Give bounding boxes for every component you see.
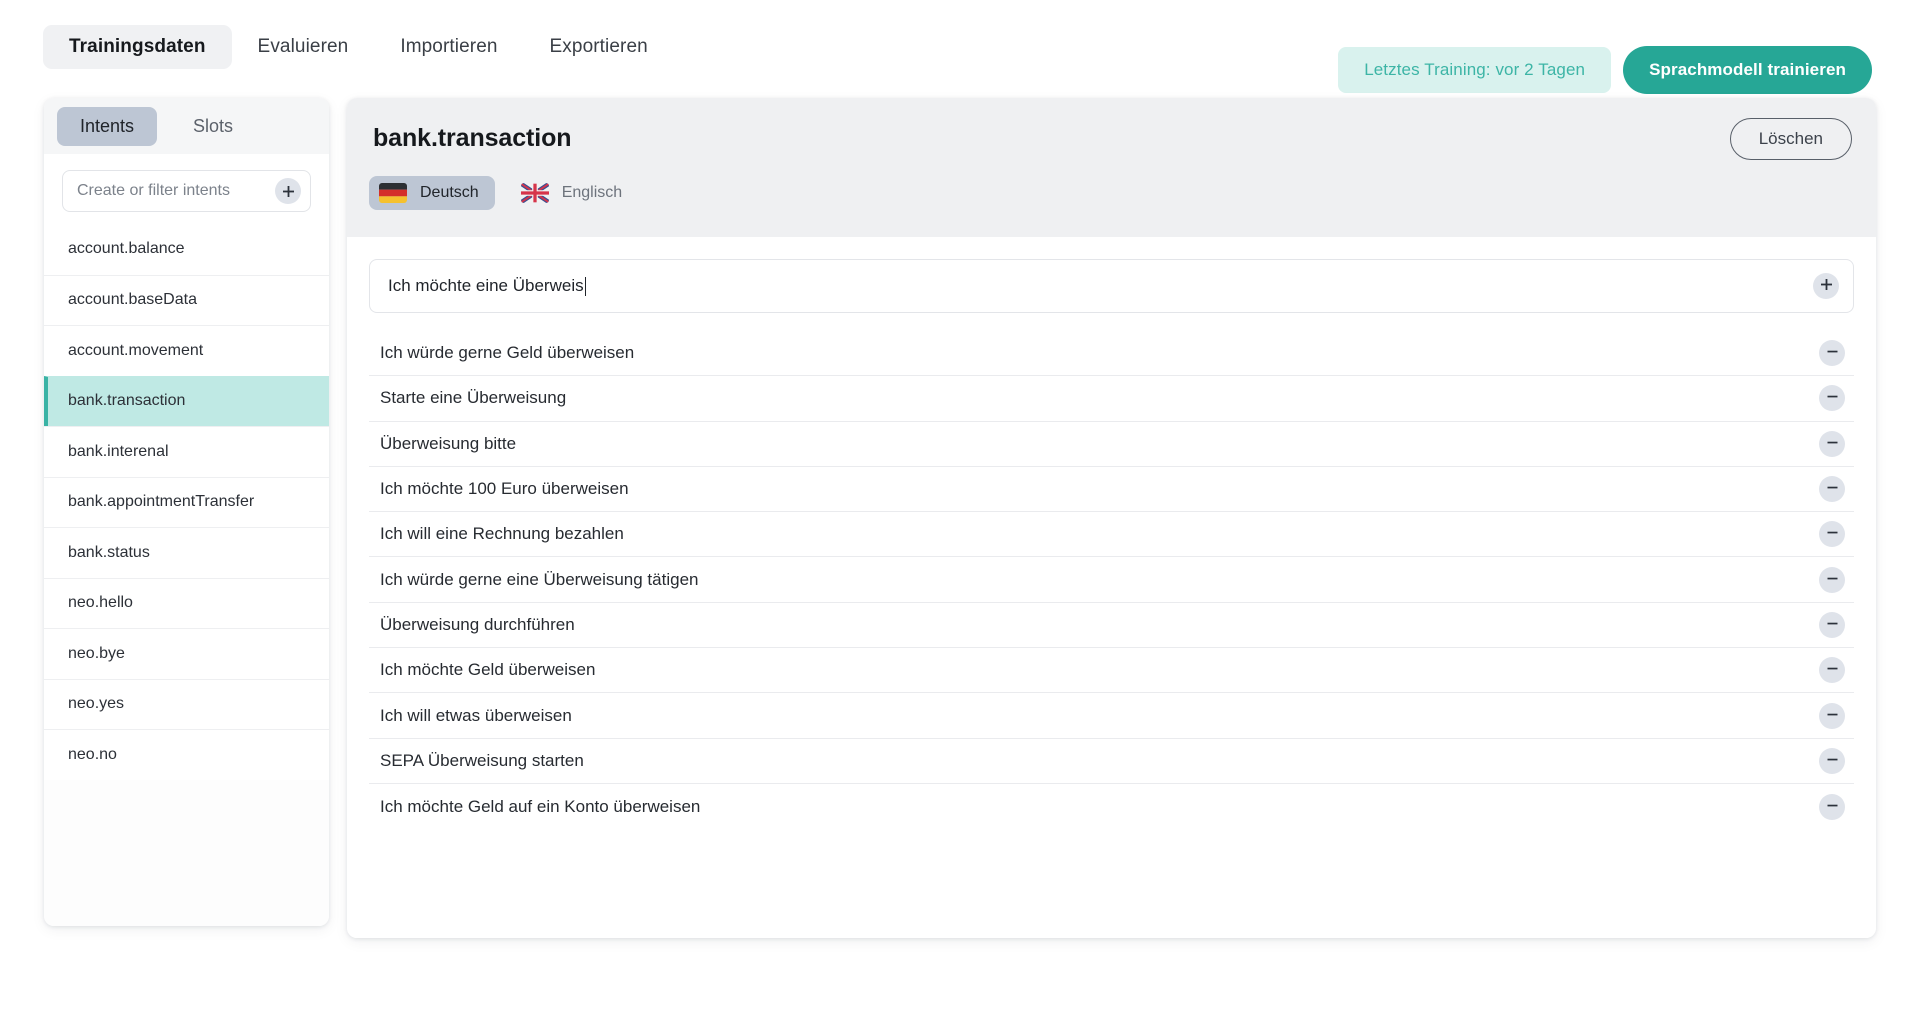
minus-icon	[1826, 390, 1839, 406]
minus-icon	[1826, 481, 1839, 497]
remove-utterance-button[interactable]	[1819, 703, 1845, 729]
intent-list-item[interactable]: neo.no	[44, 729, 329, 780]
remove-utterance-button[interactable]	[1819, 567, 1845, 593]
language-tab-label: Englisch	[562, 184, 622, 202]
utterance-text: Ich möchte Geld überweisen	[380, 660, 595, 680]
remove-utterance-button[interactable]	[1819, 385, 1845, 411]
minus-icon	[1826, 345, 1839, 361]
tab-trainingsdaten[interactable]: Trainingsdaten	[43, 25, 232, 69]
minus-icon	[1826, 526, 1839, 542]
intent-filter-box	[62, 170, 311, 212]
language-tab-deutsch[interactable]: Deutsch	[369, 176, 495, 210]
utterance-row[interactable]: Ich würde gerne eine Überweisung tätigen	[369, 557, 1854, 602]
utterance-text: Überweisung durchführen	[380, 615, 575, 635]
remove-utterance-button[interactable]	[1819, 657, 1845, 683]
new-utterance-input-box[interactable]: Ich möchte eine Überweis	[369, 259, 1854, 313]
utterance-text: Ich würde gerne eine Überweisung tätigen	[380, 570, 698, 590]
utterance-text: SEPA Überweisung starten	[380, 751, 584, 771]
flag-de-icon	[379, 183, 407, 203]
intent-list-item[interactable]: bank.status	[44, 527, 329, 578]
delete-intent-button[interactable]: Löschen	[1730, 118, 1852, 160]
language-tab-englisch[interactable]: Englisch	[511, 176, 638, 210]
intent-list-item[interactable]: neo.yes	[44, 679, 329, 730]
utterance-text: Überweisung bitte	[380, 434, 516, 454]
plus-icon	[282, 185, 295, 198]
intent-filter-section	[44, 154, 329, 224]
intent-detail-panel: bank.transaction Löschen Deutsch	[347, 98, 1876, 938]
train-language-model-button[interactable]: Sprachmodell trainieren	[1623, 46, 1872, 94]
intent-list-item[interactable]: account.movement	[44, 325, 329, 376]
utterance-row[interactable]: Überweisung durchführen	[369, 603, 1854, 648]
minus-icon	[1826, 753, 1839, 769]
last-training-status-badge: Letztes Training: vor 2 Tagen	[1338, 47, 1611, 93]
utterance-row[interactable]: Überweisung bitte	[369, 422, 1854, 467]
utterance-row[interactable]: Ich will eine Rechnung bezahlen	[369, 512, 1854, 557]
intent-filter-input[interactable]	[77, 182, 296, 200]
utterance-row[interactable]: Ich möchte Geld überweisen	[369, 648, 1854, 693]
remove-utterance-button[interactable]	[1819, 748, 1845, 774]
utterance-row[interactable]: Ich will etwas überweisen	[369, 693, 1854, 738]
remove-utterance-button[interactable]	[1819, 340, 1845, 366]
utterance-text: Ich will etwas überweisen	[380, 706, 572, 726]
new-utterance-value: Ich möchte eine Überweis	[388, 276, 584, 296]
tab-evaluieren[interactable]: Evaluieren	[232, 25, 375, 69]
utterance-list: Ich würde gerne Geld überweisen Starte e…	[369, 331, 1854, 829]
intent-list-item-selected[interactable]: bank.transaction	[44, 376, 329, 427]
intent-list: account.balance account.baseData account…	[44, 224, 329, 926]
tab-importieren[interactable]: Importieren	[374, 25, 523, 69]
text-cursor	[585, 277, 587, 296]
topbar-actions: Letztes Training: vor 2 Tagen Sprachmode…	[1338, 46, 1872, 94]
intent-list-item[interactable]: neo.bye	[44, 628, 329, 679]
intent-detail-header: bank.transaction Löschen Deutsch	[347, 98, 1876, 237]
minus-icon	[1826, 708, 1839, 724]
remove-utterance-button[interactable]	[1819, 794, 1845, 820]
intent-list-item[interactable]: account.balance	[44, 224, 329, 275]
sidebar-tab-slots[interactable]: Slots	[163, 107, 263, 146]
sidebar-panel: Intents Slots account.balance account.ba…	[44, 98, 329, 926]
utterance-text: Ich möchte Geld auf ein Konto überweisen	[380, 797, 700, 817]
utterance-text: Ich will eine Rechnung bezahlen	[380, 524, 624, 544]
page-title: bank.transaction	[373, 124, 571, 153]
remove-utterance-button[interactable]	[1819, 612, 1845, 638]
add-utterance-button[interactable]	[1813, 273, 1839, 299]
minus-icon	[1826, 572, 1839, 588]
utterance-text: Ich möchte 100 Euro überweisen	[380, 479, 629, 499]
tab-exportieren[interactable]: Exportieren	[524, 25, 674, 69]
intent-list-item[interactable]: account.baseData	[44, 275, 329, 326]
utterance-row[interactable]: Ich möchte 100 Euro überweisen	[369, 467, 1854, 512]
remove-utterance-button[interactable]	[1819, 476, 1845, 502]
minus-icon	[1826, 436, 1839, 452]
utterance-text: Starte eine Überweisung	[380, 388, 566, 408]
utterance-section: Ich möchte eine Überweis Ich würde gerne…	[347, 259, 1876, 938]
minus-icon	[1826, 799, 1839, 815]
flag-gb-icon	[521, 183, 549, 203]
remove-utterance-button[interactable]	[1819, 431, 1845, 457]
nav-tab-list: Trainingsdaten Evaluieren Importieren Ex…	[43, 25, 674, 69]
sidebar-tab-list: Intents Slots	[44, 98, 329, 154]
new-utterance-value-wrap: Ich möchte eine Überweis	[388, 276, 586, 296]
remove-utterance-button[interactable]	[1819, 521, 1845, 547]
utterance-row[interactable]: Ich möchte Geld auf ein Konto überweisen	[369, 784, 1854, 829]
top-navigation-bar: Trainingsdaten Evaluieren Importieren Ex…	[0, 0, 1920, 94]
utterance-row[interactable]: SEPA Überweisung starten	[369, 739, 1854, 784]
intent-list-item[interactable]: neo.hello	[44, 578, 329, 629]
sidebar-tab-intents[interactable]: Intents	[57, 107, 157, 146]
utterance-row[interactable]: Ich würde gerne Geld überweisen	[369, 331, 1854, 376]
minus-icon	[1826, 662, 1839, 678]
minus-icon	[1826, 617, 1839, 633]
intent-list-item[interactable]: bank.interenal	[44, 426, 329, 477]
intent-list-item[interactable]: bank.appointmentTransfer	[44, 477, 329, 528]
utterance-row[interactable]: Starte eine Überweisung	[369, 376, 1854, 421]
add-intent-button[interactable]	[275, 178, 301, 204]
plus-icon	[1820, 278, 1833, 294]
utterance-text: Ich würde gerne Geld überweisen	[380, 343, 634, 363]
language-tab-label: Deutsch	[420, 184, 479, 202]
language-tab-list: Deutsch Englisch	[369, 176, 638, 210]
